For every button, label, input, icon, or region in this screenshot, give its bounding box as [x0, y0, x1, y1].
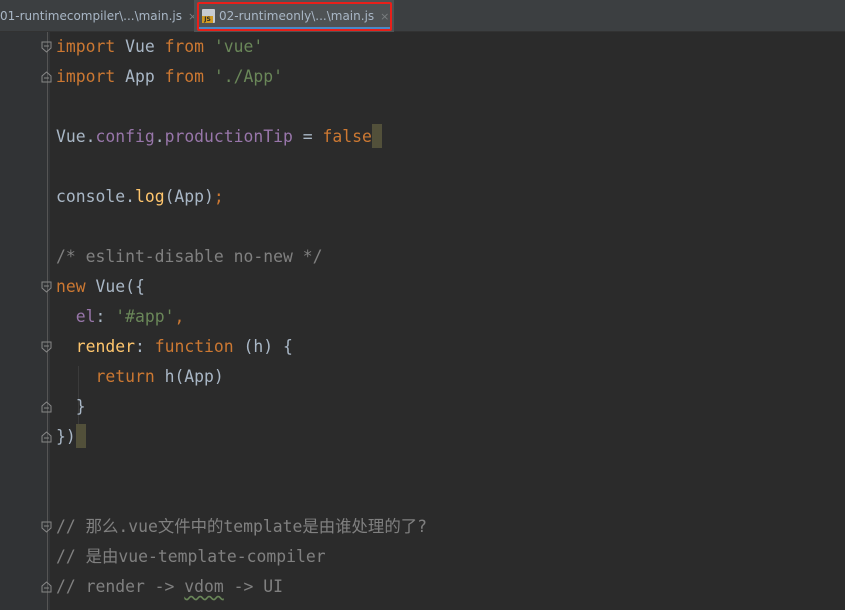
keyword-from: from: [164, 67, 205, 86]
comment: // 是由vue-template-compiler: [56, 547, 326, 566]
tab-label: 02-runtimeonly\...\main.js: [219, 9, 375, 23]
text-caret: [371, 124, 382, 148]
call-args: (App): [164, 187, 214, 206]
call-expression: h(App): [154, 367, 224, 386]
code-line[interactable]: /* eslint-disable no-new */: [56, 242, 322, 272]
keyword-from: from: [164, 37, 205, 56]
code-line[interactable]: Vue.config.productionTip = false: [56, 122, 382, 152]
identifier: Vue.: [56, 127, 96, 146]
identifier: App: [115, 67, 165, 86]
code-line[interactable]: }: [56, 392, 86, 422]
code-line[interactable]: el: '#app',: [56, 302, 185, 332]
keyword-import: import: [56, 67, 116, 86]
tab-runtimecompiler-main-js[interactable]: 01-runtimecompiler\...\main.js ×: [0, 0, 197, 32]
comment: // render ->: [56, 577, 185, 596]
fold-close-icon[interactable]: [41, 401, 52, 413]
tab-runtimeonly-main-js[interactable]: JS 02-runtimeonly\...\main.js ×: [194, 0, 394, 32]
brace-match-highlight: [75, 424, 86, 448]
code-line[interactable]: // 是由vue-template-compiler: [56, 542, 326, 572]
close-icon[interactable]: ×: [380, 11, 389, 22]
code-line[interactable]: // render -> vdom -> UI: [56, 572, 283, 602]
editor-tab-bar: 01-runtimecompiler\...\main.js × JS 02-r…: [0, 0, 845, 32]
fold-close-icon[interactable]: [41, 581, 52, 593]
string-literal: '#app': [115, 307, 175, 326]
property-config: config: [95, 127, 155, 146]
code-editor[interactable]: import Vue from 'vue' import App from '.…: [0, 32, 845, 610]
keyword-false: false: [322, 127, 372, 146]
colon: :: [95, 307, 116, 326]
code-line[interactable]: import Vue from 'vue': [56, 32, 263, 62]
identifier: Vue({: [85, 277, 145, 296]
comma: ,: [174, 307, 185, 326]
property-productionTip: productionTip: [164, 127, 293, 146]
string-literal: 'vue': [204, 37, 264, 56]
operator: =: [292, 127, 323, 146]
method-render: render: [75, 337, 135, 356]
js-badge: JS: [202, 16, 213, 23]
property-el: el: [75, 307, 96, 326]
closing-paren: }): [56, 427, 76, 446]
closing-brace: }: [75, 397, 86, 416]
colon: :: [134, 337, 155, 356]
comment: /* eslint-disable no-new */: [56, 247, 323, 266]
keyword-import: import: [56, 37, 116, 56]
comment-typo-word: vdom: [184, 577, 224, 596]
fold-open-icon[interactable]: [41, 341, 52, 353]
code-line[interactable]: }): [56, 422, 86, 452]
code-line[interactable]: new Vue({: [56, 272, 145, 302]
fold-open-icon[interactable]: [41, 41, 52, 53]
fold-close-icon[interactable]: [41, 71, 52, 83]
code-line[interactable]: import App from './App': [56, 62, 283, 92]
code-line[interactable]: render: function (h) {: [56, 332, 293, 362]
string-literal: './App': [204, 67, 283, 86]
keyword-new: new: [56, 277, 86, 296]
keyword-return: return: [95, 367, 155, 386]
fold-open-icon[interactable]: [41, 281, 52, 293]
dot: .: [154, 127, 165, 146]
keyword-function: function: [154, 337, 234, 356]
code-line[interactable]: // 那么.vue文件中的template是由谁处理的了?: [56, 512, 427, 542]
semicolon: ;: [213, 187, 224, 206]
comment: -> UI: [223, 577, 283, 596]
params: (h) {: [233, 337, 293, 356]
comment: // 那么.vue文件中的template是由谁处理的了?: [56, 517, 427, 536]
fold-open-icon[interactable]: [41, 521, 52, 533]
identifier: Vue: [115, 37, 165, 56]
code-line[interactable]: return h(App): [56, 362, 224, 392]
code-line[interactable]: console.log(App);: [56, 182, 224, 212]
function-log: log: [134, 187, 165, 206]
js-file-icon: JS: [202, 9, 215, 23]
tab-label: 01-runtimecompiler\...\main.js: [0, 9, 182, 23]
fold-close-icon[interactable]: [41, 431, 52, 443]
identifier: console.: [56, 187, 135, 206]
